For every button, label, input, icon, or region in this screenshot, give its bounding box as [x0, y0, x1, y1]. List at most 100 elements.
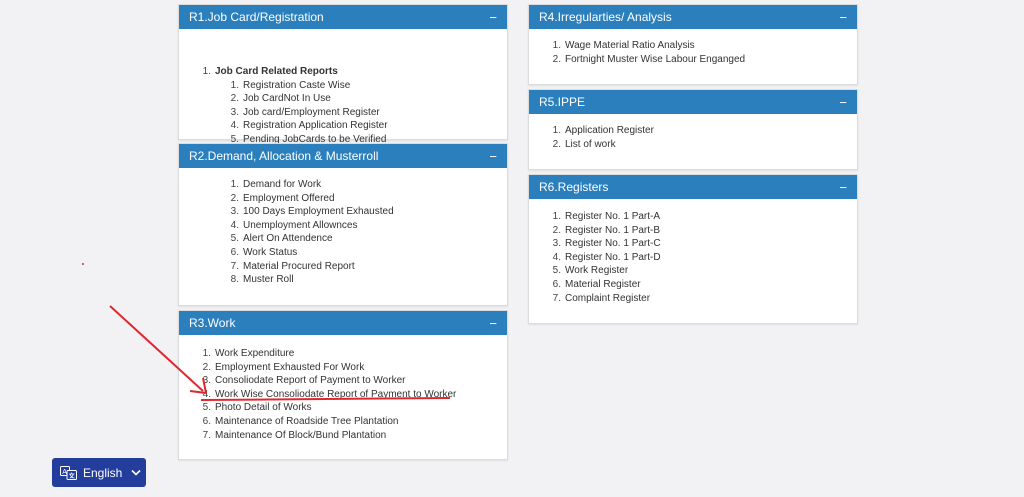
list-item[interactable]: 1. Wage Material Ratio Analysis	[547, 39, 745, 53]
list-item[interactable]: 7. Material Procured Report	[225, 260, 394, 274]
list-item[interactable]: 1. Work Expenditure	[197, 347, 456, 361]
report-link[interactable]: Photo Detail of Works	[215, 401, 312, 415]
list-item[interactable]: 6. Material Register	[547, 278, 661, 292]
list-number: 1.	[552, 211, 561, 222]
report-link[interactable]: Work Expenditure	[215, 347, 294, 361]
report-link[interactable]: Complaint Register	[565, 292, 650, 306]
list-number: 7.	[552, 292, 561, 304]
report-link[interactable]: Register No. 1 Part-B	[565, 224, 660, 238]
report-link[interactable]: Material Procured Report	[243, 260, 355, 274]
list-item[interactable]: 4. Register No. 1 Part-D	[547, 251, 661, 265]
report-link[interactable]: Work Register	[565, 264, 628, 278]
list-number: 2.	[552, 224, 561, 236]
report-link[interactable]: Material Register	[565, 278, 641, 292]
report-link[interactable]: Maintenance of Roadside Tree Plantation	[215, 415, 398, 429]
panel-r2-demand: R2.Demand, Allocation & Musterroll − 1. D…	[178, 143, 508, 306]
list-item[interactable]: 7. Complaint Register	[547, 292, 661, 306]
list-number: 4.	[552, 251, 561, 263]
list-item[interactable]: 2. Employment Exhausted For Work	[197, 361, 456, 375]
list-number: 3.	[552, 238, 561, 250]
panel-title-r2: R2.Demand, Allocation & Musterroll	[189, 149, 379, 163]
panel-header-r5[interactable]: R5.IPPE −	[529, 90, 857, 114]
panel-header-r3[interactable]: R3.Work −	[179, 311, 507, 335]
list-item[interactable]: 3. Consoliodate Report of Payment to Work…	[197, 374, 456, 388]
collapse-icon[interactable]: −	[489, 317, 497, 330]
panel-header-r4[interactable]: R4.Irregularties/ Analysis −	[529, 5, 857, 29]
list-item[interactable]: 2. Fortnight Muster Wise Labour Enganged	[547, 53, 745, 67]
list-item[interactable]: 2. Job CardNot In Use	[225, 92, 388, 106]
report-link[interactable]: Unemployment Allownces	[243, 219, 358, 233]
report-link[interactable]: Job CardNot In Use	[243, 92, 331, 106]
list-item[interactable]: 1. Register No. 1 Part-A	[547, 210, 661, 224]
panel-header-r6[interactable]: R6.Registers −	[529, 175, 857, 199]
panel-title-r6: R6.Registers	[539, 180, 609, 194]
report-link[interactable]: Work Status	[243, 246, 297, 260]
list-number: 6.	[230, 246, 239, 258]
list-item[interactable]: 3. Job card/Employment Register	[225, 106, 388, 120]
report-link[interactable]: Application Register	[565, 124, 654, 138]
report-link[interactable]: Demand for Work	[243, 178, 321, 192]
report-link[interactable]: Wage Material Ratio Analysis	[565, 39, 695, 53]
list-number: 2.	[552, 53, 561, 65]
list-number: 3.	[230, 206, 239, 218]
list-item[interactable]: 4. Registration Application Register	[225, 119, 388, 133]
report-link[interactable]: Register No. 1 Part-C	[565, 237, 661, 251]
list-number: 1.	[230, 79, 239, 91]
report-link[interactable]: Fortnight Muster Wise Labour Enganged	[565, 53, 745, 67]
collapse-icon[interactable]: −	[839, 181, 847, 194]
collapse-icon[interactable]: −	[489, 150, 497, 163]
panel-r5-ippe: R5.IPPE − 1. Application Register 2. List …	[528, 89, 858, 170]
report-link[interactable]: Job card/Employment Register	[243, 106, 380, 120]
report-link[interactable]: Register No. 1 Part-A	[565, 210, 660, 224]
list-item[interactable]: 2. Employment Offered	[225, 192, 394, 206]
annotation-dot	[82, 263, 84, 265]
list-item[interactable]: 1. Demand for Work	[225, 178, 394, 192]
panel-title-r4: R4.Irregularties/ Analysis	[539, 10, 672, 24]
list-item[interactable]: 3. Register No. 1 Part-C	[547, 237, 661, 251]
panel-r3-work: R3.Work − 1. Work Expenditure 2. Employmen…	[178, 310, 508, 460]
list-item[interactable]: 1. Registration Caste Wise	[225, 79, 388, 93]
report-link[interactable]: Muster Roll	[243, 273, 294, 287]
report-link[interactable]: List of work	[565, 138, 616, 152]
report-link[interactable]: Employment Offered	[243, 192, 335, 206]
report-link[interactable]: Registration Caste Wise	[243, 79, 350, 93]
language-selector-button[interactable]: A English	[52, 458, 146, 487]
panel-r1-job-card: R1.Job Card/Registration − 1. Job Card R…	[178, 4, 508, 145]
panel-title-r3: R3.Work	[189, 316, 236, 330]
list-number: 1.	[230, 179, 239, 190]
list-number: 2.	[230, 192, 239, 204]
panel-r6-registers: R6.Registers − 1. Register No. 1 Part-A 2…	[528, 174, 858, 324]
list-item[interactable]: 8. Muster Roll	[225, 273, 394, 287]
list-item[interactable]: 2. List of work	[547, 138, 654, 152]
list-item[interactable]: 4. Work Wise Consoliodate Report of Payme…	[197, 388, 457, 402]
list-number: 2.	[552, 138, 561, 150]
report-link[interactable]: Employment Exhausted For Work	[215, 361, 364, 375]
report-link[interactable]: Register No. 1 Part-D	[565, 251, 661, 265]
report-link[interactable]: Maintenance Of Block/Bund Plantation	[215, 429, 386, 443]
collapse-icon[interactable]: −	[489, 11, 497, 24]
report-link-highlighted[interactable]: Work Wise Consoliodate Report of Payment…	[215, 388, 456, 402]
list-number: 6.	[202, 415, 211, 427]
list-item[interactable]: 2. Register No. 1 Part-B	[547, 224, 661, 238]
report-link[interactable]: Alert On Attendence	[243, 232, 333, 246]
list-item[interactable]: 7. Maintenance Of Block/Bund Plantation	[197, 429, 456, 443]
list-item[interactable]: 6. Work Status	[225, 246, 394, 260]
svg-text:A: A	[62, 469, 67, 476]
list-item[interactable]: 3. 100 Days Employment Exhausted	[225, 205, 394, 219]
list-number: 2.	[202, 361, 211, 373]
list-number: 8.	[230, 274, 239, 286]
panel-header-r2[interactable]: R2.Demand, Allocation & Musterroll −	[179, 144, 507, 168]
list-item[interactable]: 4. Unemployment Allownces	[225, 219, 394, 233]
collapse-icon[interactable]: −	[839, 96, 847, 109]
collapse-icon[interactable]: −	[839, 11, 847, 24]
list-item[interactable]: 5. Photo Detail of Works	[197, 401, 456, 415]
report-link[interactable]: 100 Days Employment Exhausted	[243, 205, 394, 219]
list-number: 3.	[230, 106, 239, 118]
list-item[interactable]: 6. Maintenance of Roadside Tree Plantatio…	[197, 415, 456, 429]
list-item[interactable]: 5. Work Register	[547, 264, 661, 278]
report-link[interactable]: Consoliodate Report of Payment to Worker	[215, 374, 405, 388]
list-item[interactable]: 5. Alert On Attendence	[225, 232, 394, 246]
list-item[interactable]: 1. Application Register	[547, 124, 654, 138]
panel-header-r1[interactable]: R1.Job Card/Registration −	[179, 5, 507, 29]
report-link[interactable]: Registration Application Register	[243, 119, 388, 133]
